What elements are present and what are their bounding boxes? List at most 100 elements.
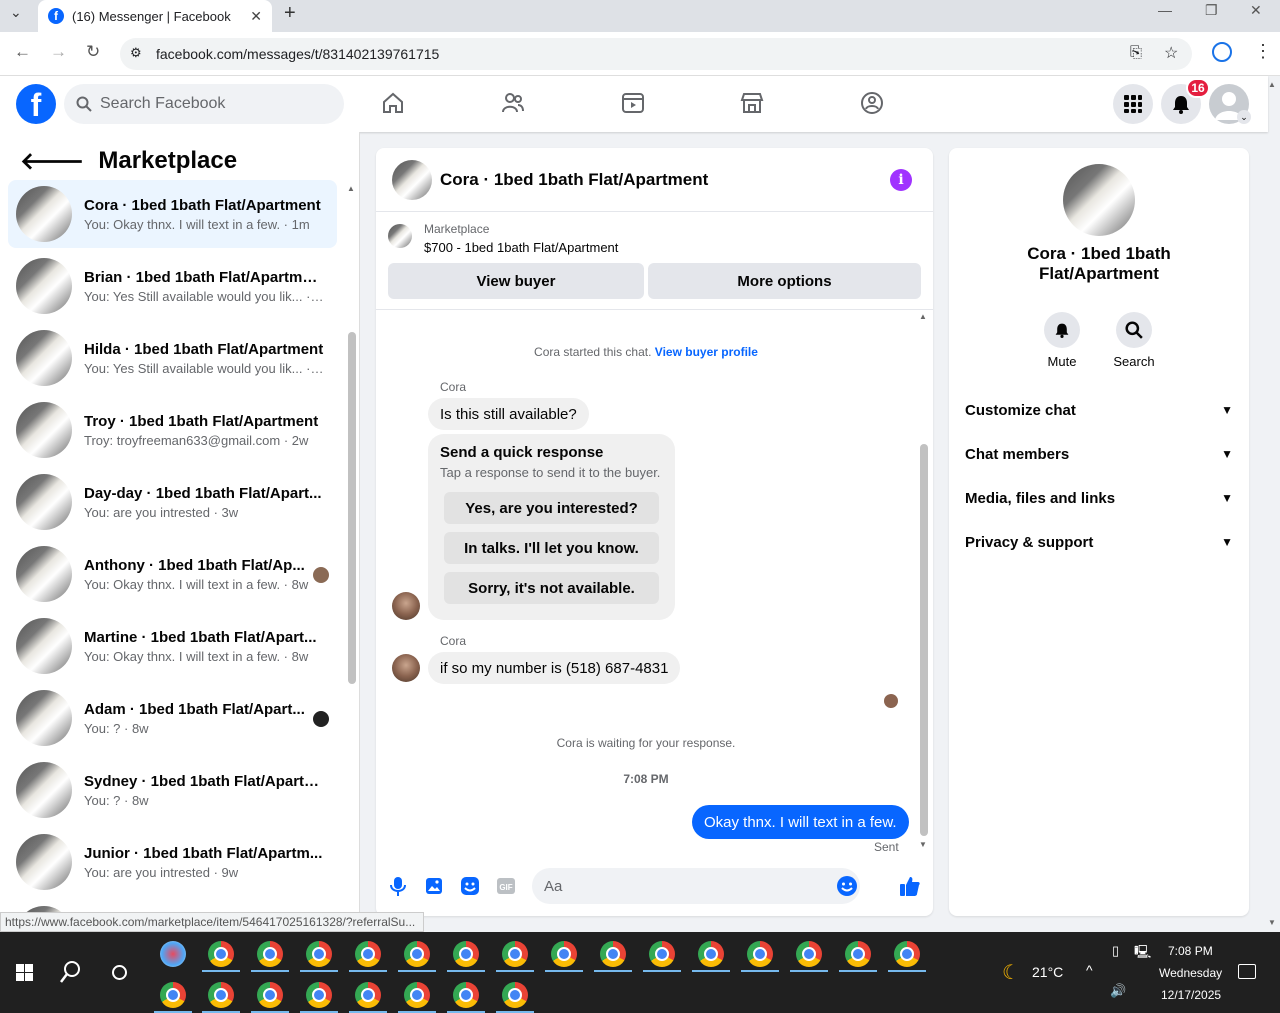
quick-reply-unavailable-button[interactable]: Sorry, it's not available. — [444, 572, 659, 604]
groups-icon[interactable] — [857, 88, 887, 118]
new-tab-icon[interactable]: + — [284, 2, 296, 25]
site-info-icon[interactable]: ⚙ — [130, 45, 142, 61]
conversation-item[interactable]: Brian · 1bed 1bath Flat/Apartment You: Ye… — [8, 252, 337, 320]
install-app-icon[interactable]: ⎘ — [1130, 44, 1142, 61]
sticker-icon[interactable] — [458, 874, 482, 898]
menu-icon[interactable]: ⋮ — [1254, 41, 1272, 62]
conversation-item[interactable]: Hilda · 1bed 1bath Flat/Apartment You: Ye… — [8, 324, 337, 392]
profile-icon[interactable] — [1212, 42, 1232, 62]
volume-icon[interactable]: 🔊 — [1110, 983, 1126, 999]
page-scroll-down-icon[interactable]: ▼ — [1268, 918, 1276, 927]
more-options-button[interactable]: More options — [648, 263, 921, 299]
chrome-app-icon[interactable] — [796, 941, 822, 967]
chat-header[interactable]: Cora · 1bed 1bath Flat/Apartment i — [376, 148, 933, 212]
photo-icon[interactable] — [422, 874, 446, 898]
chat-avatar[interactable] — [392, 159, 432, 200]
clock-time[interactable]: 7:08 PM — [1168, 944, 1213, 958]
conversation-item[interactable]: Troy · 1bed 1bath Flat/Apartment Troy: tr… — [8, 396, 337, 464]
chrome-app-icon[interactable] — [600, 941, 626, 967]
forward-icon[interactable]: → — [50, 42, 67, 62]
network-icon[interactable]: 🖳 — [1134, 943, 1151, 965]
weather-temperature[interactable]: 21°C — [1032, 964, 1063, 980]
sender-avatar[interactable] — [392, 654, 420, 682]
scroll-up-arrow-icon[interactable]: ▲ — [347, 184, 355, 193]
conversation-item[interactable]: Martine · 1bed 1bath Flat/Apart... You: O… — [8, 612, 337, 680]
quick-reply-talks-button[interactable]: In talks. I'll let you know. — [444, 532, 659, 564]
view-buyer-button[interactable]: View buyer — [388, 263, 644, 299]
chrome-app-icon[interactable] — [355, 982, 381, 1008]
browser-tab[interactable]: f (16) Messenger | Facebook ✕ — [38, 0, 272, 32]
conversation-item[interactable]: Cora · 1bed 1bath Flat/Apartment You: Oka… — [8, 180, 337, 248]
account-chevron-down-icon[interactable]: ⌄ — [1237, 110, 1251, 124]
chrome-app-icon[interactable] — [208, 982, 234, 1008]
quick-reply-yes-button[interactable]: Yes, are you interested? — [444, 492, 659, 524]
listing-thumbnail[interactable] — [388, 224, 412, 248]
conversation-item[interactable]: Junior · 1bed 1bath Flat/Apartm... You: a… — [8, 828, 337, 896]
gif-icon[interactable]: GIF — [494, 874, 518, 898]
chrome-app-icon[interactable] — [257, 941, 283, 967]
conversation-item[interactable]: Day-day · 1bed 1bath Flat/Apart... You: a… — [8, 468, 337, 536]
marketplace-icon[interactable] — [737, 88, 767, 118]
chrome-app-icon[interactable] — [453, 941, 479, 967]
microphone-icon[interactable] — [386, 874, 410, 898]
chrome-app-icon[interactable] — [894, 941, 920, 967]
search-in-chat-button[interactable]: Search — [1104, 312, 1164, 369]
emoji-icon[interactable] — [836, 875, 858, 897]
contact-avatar[interactable] — [1063, 164, 1135, 236]
bookmark-star-icon[interactable]: ☆ — [1164, 43, 1178, 63]
media-files-links-section[interactable]: Media, files and links ▼ — [965, 476, 1233, 520]
chrome-app-icon[interactable] — [404, 941, 430, 967]
clock-day[interactable]: Wednesday — [1159, 966, 1222, 980]
conversation-list-scrollbar[interactable] — [348, 332, 356, 684]
chat-scroll-up-icon[interactable]: ▲ — [919, 312, 927, 321]
friends-icon[interactable] — [498, 88, 528, 118]
chrome-app-icon[interactable] — [747, 941, 773, 967]
back-icon[interactable]: ← — [14, 42, 31, 62]
chrome-app-icon[interactable] — [355, 941, 381, 967]
mute-button[interactable]: Mute — [1032, 312, 1092, 369]
customize-chat-section[interactable]: Customize chat ▼ — [965, 388, 1233, 432]
info-icon[interactable]: i — [890, 169, 912, 191]
minimize-icon[interactable]: — — [1158, 2, 1172, 18]
sender-avatar[interactable] — [392, 592, 420, 620]
chrome-app-icon[interactable] — [698, 941, 724, 967]
privacy-support-section[interactable]: Privacy & support ▼ — [965, 520, 1233, 564]
weather-moon-icon[interactable]: ☾ — [1002, 960, 1020, 985]
chrome-app-icon[interactable] — [845, 941, 871, 967]
chrome-app-icon[interactable] — [502, 941, 528, 967]
chrome-app-icon[interactable] — [502, 982, 528, 1008]
menu-grid-icon[interactable] — [1113, 84, 1153, 124]
back-arrow-icon[interactable]: 🡐 — [20, 146, 84, 176]
page-scroll-up-icon[interactable]: ▲ — [1268, 80, 1276, 89]
clock-date[interactable]: 12/17/2025 — [1161, 988, 1221, 1002]
close-tab-icon[interactable]: ✕ — [250, 8, 262, 25]
chat-members-section[interactable]: Chat members ▼ — [965, 432, 1233, 476]
chrome-app-icon[interactable] — [404, 982, 430, 1008]
task-view-icon[interactable] — [112, 965, 127, 980]
home-icon[interactable] — [378, 88, 408, 118]
chat-scrollbar[interactable] — [920, 444, 928, 836]
tab-list-icon[interactable]: ⌄ — [10, 4, 22, 21]
chrome-app-icon[interactable] — [208, 941, 234, 967]
chrome-app-icon[interactable] — [649, 941, 675, 967]
chrome-app-icon[interactable] — [551, 941, 577, 967]
view-buyer-profile-link[interactable]: View buyer profile — [655, 345, 758, 359]
chrome-app-icon[interactable] — [257, 982, 283, 1008]
url-field[interactable]: ⚙ facebook.com/messages/t/83140213976171… — [120, 38, 1192, 70]
show-hidden-icons-icon[interactable]: ^ — [1086, 962, 1093, 978]
chrome-app-icon[interactable] — [306, 941, 332, 967]
taskbar-search-icon[interactable] — [60, 960, 82, 989]
conversation-item[interactable]: Adam · 1bed 1bath Flat/Apart... You: ? · … — [8, 684, 337, 752]
thumbs-up-icon[interactable] — [898, 874, 922, 898]
chrome-app-icon[interactable] — [160, 982, 186, 1008]
watch-icon[interactable] — [618, 88, 648, 118]
close-window-icon[interactable]: ✕ — [1250, 2, 1262, 19]
message-input[interactable]: Aa — [532, 868, 860, 904]
chat-scroll-down-icon[interactable]: ▼ — [919, 840, 927, 849]
reload-icon[interactable]: ↻ — [86, 42, 100, 62]
notification-center-icon[interactable] — [1238, 964, 1256, 979]
start-windows-icon[interactable] — [16, 964, 33, 986]
chrome-app-icon[interactable] — [306, 982, 332, 1008]
conversation-item[interactable]: Sydney · 1bed 1bath Flat/Apartm... You: ?… — [8, 756, 337, 824]
conversation-item[interactable]: Anthony · 1bed 1bath Flat/Ap... You: Okay… — [8, 540, 337, 608]
